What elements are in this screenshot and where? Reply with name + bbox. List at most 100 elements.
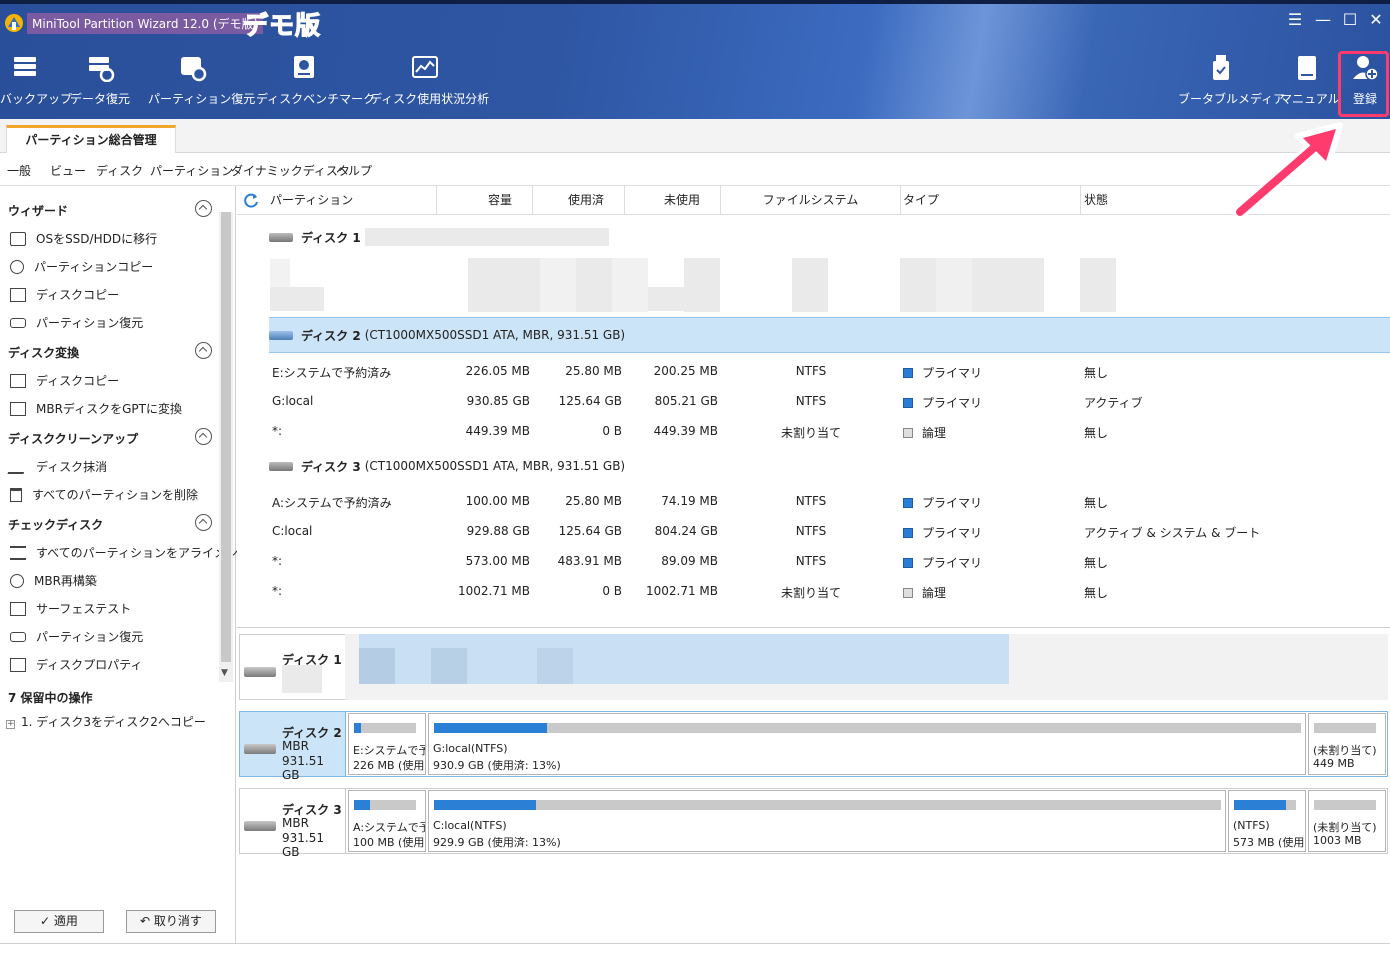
col-filesystem[interactable]: ファイルシステム [721,186,901,215]
scroll-down-icon[interactable]: ▼ [221,668,228,678]
table-row[interactable]: *: 1002.71 MB 0 B 1002.71 MB 未割り当て 論理 無し [237,576,1390,606]
col-partition[interactable]: パーティション [270,186,437,215]
table-row[interactable]: E:システムで予約済み 226.05 MB 25.80 MB 200.25 MB NTF… [237,356,1390,386]
trash-icon [10,487,22,502]
diskmap-partition[interactable]: E:システムで予 226 MB (使用 [348,713,426,775]
cell-partition: *: [272,554,283,568]
minimize-icon[interactable]: — [1315,12,1331,28]
cell-status: 無し [1084,426,1109,440]
table-row[interactable]: A:システムで予約済み 100.00 MB 25.80 MB 74.19 MB NTFS… [237,486,1390,516]
sidebar-item-disk-properties[interactable]: ディスクプロパティ [10,656,142,673]
partition-recovery-icon [10,317,26,328]
disk1-row[interactable]: ディスク 1 [269,219,1390,255]
menu-dynamic-disk[interactable]: ダイナミックディスク [231,162,350,179]
usage-fill [434,723,547,733]
cell-type: プライマリ [903,524,982,541]
cell-unused: 74.19 MB [661,494,718,508]
diskmap-partition[interactable]: G:local(NTFS) 930.9 GB (使用済: 13%) [428,713,1306,775]
collapse-icon[interactable] [195,200,212,217]
diskmap-partition[interactable]: (NTFS) 573 MB (使用 [1228,790,1306,852]
collapse-icon[interactable] [195,514,212,531]
sidebar-item-disk-copy-2[interactable]: ディスクコピー [10,372,119,389]
sidebar-item-rebuild-mbr[interactable]: MBR再構築 [10,572,97,589]
diskmap-disk1-label[interactable]: ディスク 1 [239,634,346,700]
menu-view[interactable]: ビュー [50,162,86,179]
cell-filesystem: NTFS [795,554,827,568]
table-row[interactable]: G:local 930.85 GB 125.64 GB 805.21 GB NTFS プラ… [237,386,1390,416]
diskmap-partition[interactable]: (未割り当て) 1003 MB [1308,790,1386,852]
close-icon[interactable]: ✕ [1368,12,1384,28]
cell-partition: A:システムで予約済み [272,496,392,510]
diskmap-partition[interactable]: (未割り当て) 449 MB [1308,713,1386,775]
maximize-icon[interactable]: ☐ [1342,12,1358,28]
sidebar-item-wipe-disk[interactable]: ディスク抹消 [7,458,107,475]
sidebar-item-partition-copy[interactable]: パーティションコピー [10,258,153,275]
cell-unused: 1002.71 MB [645,584,718,598]
table-row[interactable]: *: 449.39 MB 0 B 449.39 MB 未割り当て 論理 無し [237,416,1390,446]
table-row[interactable]: C:local 929.88 GB 125.64 GB 804.24 GB NTFS プラ… [237,516,1390,546]
bootable-media-button[interactable]: ブータブルメディア [1178,54,1285,107]
eraser-icon [7,459,29,474]
backup-button[interactable]: バックアップ [0,54,72,107]
diskmap-disk2-label[interactable]: ディスク 2 MBR 931.51 GB [239,711,346,782]
cell-used: 25.80 MB [565,494,622,508]
tab-partition-management[interactable]: パーティション総合管理 [6,125,176,154]
diskmap-disk3-bar: A:システムで予 100 MB (使用 C:local(NTFS) 929.9 … [345,788,1388,854]
undo-icon: ↶ [140,914,154,928]
cell-type: プライマリ [903,494,982,511]
col-unused[interactable]: 未使用 [625,186,721,215]
section-cleanup-title: ディスククリーンアップ [8,432,139,446]
sidebar-item-disk-copy[interactable]: ディスクコピー [10,286,119,303]
menu-partition[interactable]: パーティション [150,162,233,179]
usage-fill [354,800,371,810]
disk2-row[interactable]: ディスク 2 (CT1000MX500SSD1 ATA, MBR, 931.51 … [269,317,1390,353]
sidebar-scrollbar[interactable]: ▼ [219,212,233,682]
disk-icon [269,461,293,471]
usage-fill [434,800,537,810]
data-recovery-button[interactable]: データ復元 [70,54,130,107]
disk-map: ディスク 1 ディスク 2 MBR 931.51 GB E:システムで予 226… [237,627,1390,943]
menu-help[interactable]: ヘルプ [336,162,372,179]
sidebar-item-partition-recovery-2[interactable]: パーティション復元 [10,628,143,645]
cell-capacity: 573.00 MB [465,554,530,568]
cell-filesystem: NTFS [795,394,827,408]
cell-partition: *: [272,424,283,438]
diskmap-disk2-bar: E:システムで予 226 MB (使用 G:local(NTFS) 930.9 … [345,711,1388,777]
sidebar-item-mbr-to-gpt[interactable]: MBRディスクをGPTに変換 [10,400,182,417]
sidebar-item-align-all[interactable]: すべてのパーティションをアライメント [10,544,250,561]
cell-used: 125.64 GB [558,524,622,538]
expand-icon[interactable]: + [6,720,15,729]
table-row[interactable]: *: 573.00 MB 483.91 MB 89.09 MB NTFS プライマリ 無し [237,546,1390,576]
usage-bar [1314,723,1376,733]
menu-icon[interactable]: ☰ [1287,12,1303,28]
section-disk-convert-title: ディスク変換 [8,346,80,360]
refresh-icon[interactable] [244,193,259,208]
col-capacity[interactable]: 容量 [437,186,533,215]
disk-benchmark-button[interactable]: ディスクベンチマーク [256,54,375,107]
diskmap-disk3-label[interactable]: ディスク 3 MBR 931.51 GB [239,788,346,859]
sidebar-item-migrate-os[interactable]: OSをSSD/HDDに移行 [10,230,157,247]
collapse-icon[interactable] [195,342,212,359]
disk3-row[interactable]: ディスク 3 (CT1000MX500SSD1 ATA, MBR, 931.51 … [269,448,1390,484]
apply-button[interactable]: ✓ 適用 [14,910,104,933]
undo-button[interactable]: ↶ 取り消す [126,910,216,933]
diskmap-partition[interactable]: A:システムで予 100 MB (使用 [348,790,426,852]
manual-button[interactable]: マニュアル [1280,54,1340,107]
partition-recovery-button[interactable]: パーティション復元 [148,54,255,107]
pending-operation-item[interactable]: +1. ディスク3をディスク2へコピー [6,713,206,730]
sidebar-item-delete-all[interactable]: すべてのパーティションを削除 [10,486,198,503]
space-analyzer-label: ディスク使用状況分析 [370,92,490,106]
sidebar-item-partition-recovery[interactable]: パーティション復元 [10,314,143,331]
col-type[interactable]: タイプ [901,186,1081,215]
collapse-icon[interactable] [195,428,212,445]
col-used[interactable]: 使用済 [533,186,625,215]
scrollbar-thumb[interactable] [221,212,231,662]
space-analyzer-button[interactable]: ディスク使用状況分析 [370,54,489,107]
sidebar: ウィザード OSをSSD/HDDに移行 パーティションコピー ディスクコピー パ… [0,186,250,943]
type-swatch-icon [903,428,913,438]
sidebar-item-surface-test[interactable]: サーフェステスト [10,600,131,617]
diskmap-partition[interactable]: C:local(NTFS) 929.9 GB (使用済: 13%) [428,790,1226,852]
menu-general[interactable]: 一般 [7,162,31,179]
menu-disk[interactable]: ディスク [96,162,143,179]
pending-operations-title: 7 保留中の操作 [8,691,93,705]
